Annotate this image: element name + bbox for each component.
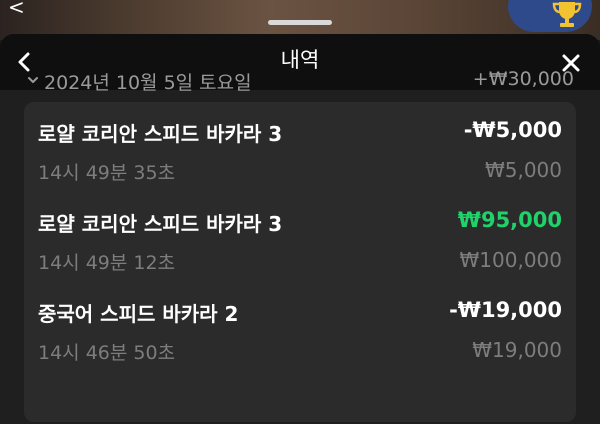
day-group-header[interactable]: 2024년 10월 5일 토요일 +₩30,000: [0, 64, 600, 98]
transaction-row[interactable]: 중국어 스피드 바카라 2 -₩19,000 14시 46분 50초 ₩19,0…: [24, 288, 576, 378]
day-date: 2024년 10월 5일 토요일: [44, 72, 252, 94]
stake-amount: ₩19,000: [472, 338, 562, 362]
backdrop-back-button[interactable]: <: [8, 0, 38, 24]
bet-time: 14시 49분 35초: [38, 162, 176, 184]
stake-amount: ₩5,000: [484, 158, 562, 182]
transaction-list: 로얄 코리안 스피드 바카라 3 -₩5,000 14시 49분 35초 ₩5,…: [24, 102, 576, 422]
transaction-row[interactable]: 로얄 코리안 스피드 바카라 3 -₩5,000 14시 49분 35초 ₩5,…: [24, 108, 576, 198]
day-total: +₩30,000: [472, 68, 574, 90]
game-name: 로얄 코리안 스피드 바카라 3: [38, 212, 283, 236]
net-amount: ₩95,000: [457, 208, 562, 232]
bet-time: 14시 46분 50초: [38, 342, 176, 364]
trophy-icon: [552, 2, 582, 27]
bet-time: 14시 49분 12초: [38, 252, 176, 274]
transaction-row[interactable]: 로얄 코리안 스피드 바카라 3 ₩95,000 14시 49분 12초 ₩10…: [24, 198, 576, 288]
stake-amount: ₩100,000: [459, 248, 562, 272]
game-name: 로얄 코리안 스피드 바카라 3: [38, 122, 283, 146]
net-amount: -₩5,000: [463, 118, 562, 142]
game-name: 중국어 스피드 바카라 2: [38, 302, 239, 326]
net-amount: -₩19,000: [449, 298, 562, 322]
chevron-down-icon: [28, 77, 38, 83]
drag-handle[interactable]: [268, 20, 332, 25]
